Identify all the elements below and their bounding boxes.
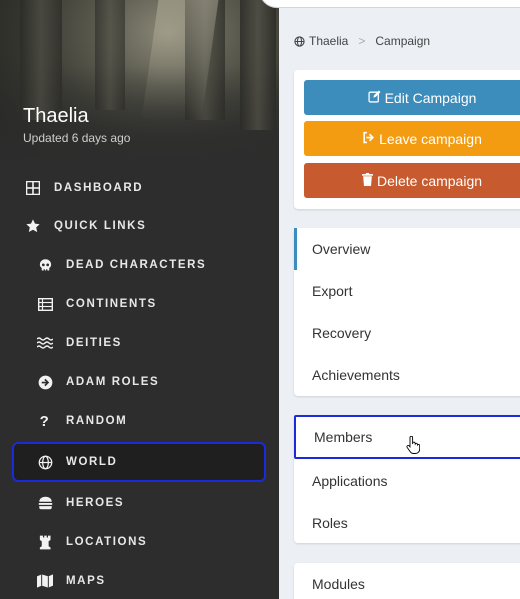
sidebar-item-label: DASHBOARD bbox=[54, 182, 144, 194]
menu-item-roles[interactable]: Roles bbox=[294, 502, 520, 544]
sidebar-item-label: CONTINENTS bbox=[66, 298, 157, 310]
sidebar-item-label: MAPS bbox=[66, 575, 106, 587]
sidebar-item-dead-characters[interactable]: DEAD CHARACTERS bbox=[0, 247, 279, 283]
leave-campaign-button[interactable]: Leave campaign bbox=[304, 121, 520, 156]
breadcrumb-separator: > bbox=[358, 34, 366, 48]
hand-cursor-icon bbox=[406, 435, 421, 459]
menu-item-applications[interactable]: Applications bbox=[294, 460, 520, 502]
sidebar-item-adam-roles[interactable]: ADAM ROLES bbox=[0, 364, 279, 400]
sidebar-item-random[interactable]: ? RANDOM bbox=[0, 403, 279, 439]
sidebar-item-maps[interactable]: MAPS bbox=[0, 563, 279, 599]
sidebar-item-label: LOCATIONS bbox=[66, 536, 148, 548]
sidebar-item-label: ADAM ROLES bbox=[66, 376, 160, 388]
arrow-circle-icon bbox=[36, 373, 54, 391]
chess-rook-icon bbox=[36, 533, 54, 551]
star-icon bbox=[24, 217, 42, 235]
modules-menu-card: Modules bbox=[294, 563, 520, 599]
menu-item-export[interactable]: Export bbox=[294, 270, 520, 312]
sidebar-item-quick-links[interactable]: QUICK LINKS bbox=[0, 208, 279, 244]
sidebar-item-dashboard[interactable]: DASHBOARD bbox=[0, 170, 279, 206]
sidebar-item-locations[interactable]: LOCATIONS bbox=[0, 524, 279, 560]
trash-icon bbox=[362, 172, 373, 189]
sidebar-item-continents[interactable]: CONTINENTS bbox=[0, 286, 279, 322]
campaign-menu-card: Overview Export Recovery Achievements bbox=[294, 228, 520, 396]
edit-icon bbox=[368, 90, 381, 106]
sidebar-item-label: QUICK LINKS bbox=[54, 220, 147, 232]
menu-item-modules[interactable]: Modules bbox=[294, 563, 520, 599]
actions-card: Edit Campaign Leave campaign Delete camp… bbox=[294, 70, 520, 209]
sidebar-item-label: HEROES bbox=[66, 497, 125, 509]
sidebar-item-heroes[interactable]: HEROES bbox=[0, 485, 279, 521]
sidebar-item-label: DEITIES bbox=[66, 337, 122, 349]
sidebar-item-deities[interactable]: DEITIES bbox=[0, 325, 279, 361]
menu-item-recovery[interactable]: Recovery bbox=[294, 312, 520, 354]
sidebar: Thaelia Updated 6 days ago DASHBOARD QUI… bbox=[0, 0, 279, 599]
globe-icon bbox=[36, 453, 54, 471]
campaign-updated: Updated 6 days ago bbox=[23, 131, 131, 145]
breadcrumb-root[interactable]: Thaelia bbox=[309, 34, 348, 48]
sidebar-item-label: WORLD bbox=[66, 456, 118, 468]
question-icon: ? bbox=[39, 412, 51, 430]
globe-icon bbox=[294, 35, 305, 47]
search-bar-edge[interactable] bbox=[259, 0, 520, 8]
burger-icon bbox=[36, 494, 54, 512]
delete-campaign-button[interactable]: Delete campaign bbox=[304, 163, 520, 198]
dashboard-icon bbox=[24, 179, 42, 197]
water-icon bbox=[36, 334, 54, 352]
breadcrumb: Thaelia > Campaign bbox=[294, 34, 430, 48]
campaign-banner: Thaelia Updated 6 days ago bbox=[0, 0, 279, 165]
menu-item-overview[interactable]: Overview bbox=[294, 228, 520, 270]
list-icon bbox=[36, 295, 54, 313]
breadcrumb-current: Campaign bbox=[375, 34, 431, 48]
skull-icon bbox=[36, 256, 54, 274]
sidebar-item-label: DEAD CHARACTERS bbox=[66, 259, 207, 271]
sidebar-item-world[interactable]: WORLD bbox=[12, 442, 266, 482]
menu-item-achievements[interactable]: Achievements bbox=[294, 354, 520, 396]
main-content: Thaelia > Campaign Edit Campaign Leave c… bbox=[259, 0, 520, 599]
sign-out-icon bbox=[362, 131, 375, 147]
edit-campaign-button[interactable]: Edit Campaign bbox=[304, 80, 520, 115]
members-menu-card: Members Applications Roles bbox=[294, 415, 520, 543]
campaign-name[interactable]: Thaelia bbox=[23, 105, 89, 128]
map-icon bbox=[36, 572, 54, 590]
sidebar-item-label: RANDOM bbox=[66, 415, 128, 427]
